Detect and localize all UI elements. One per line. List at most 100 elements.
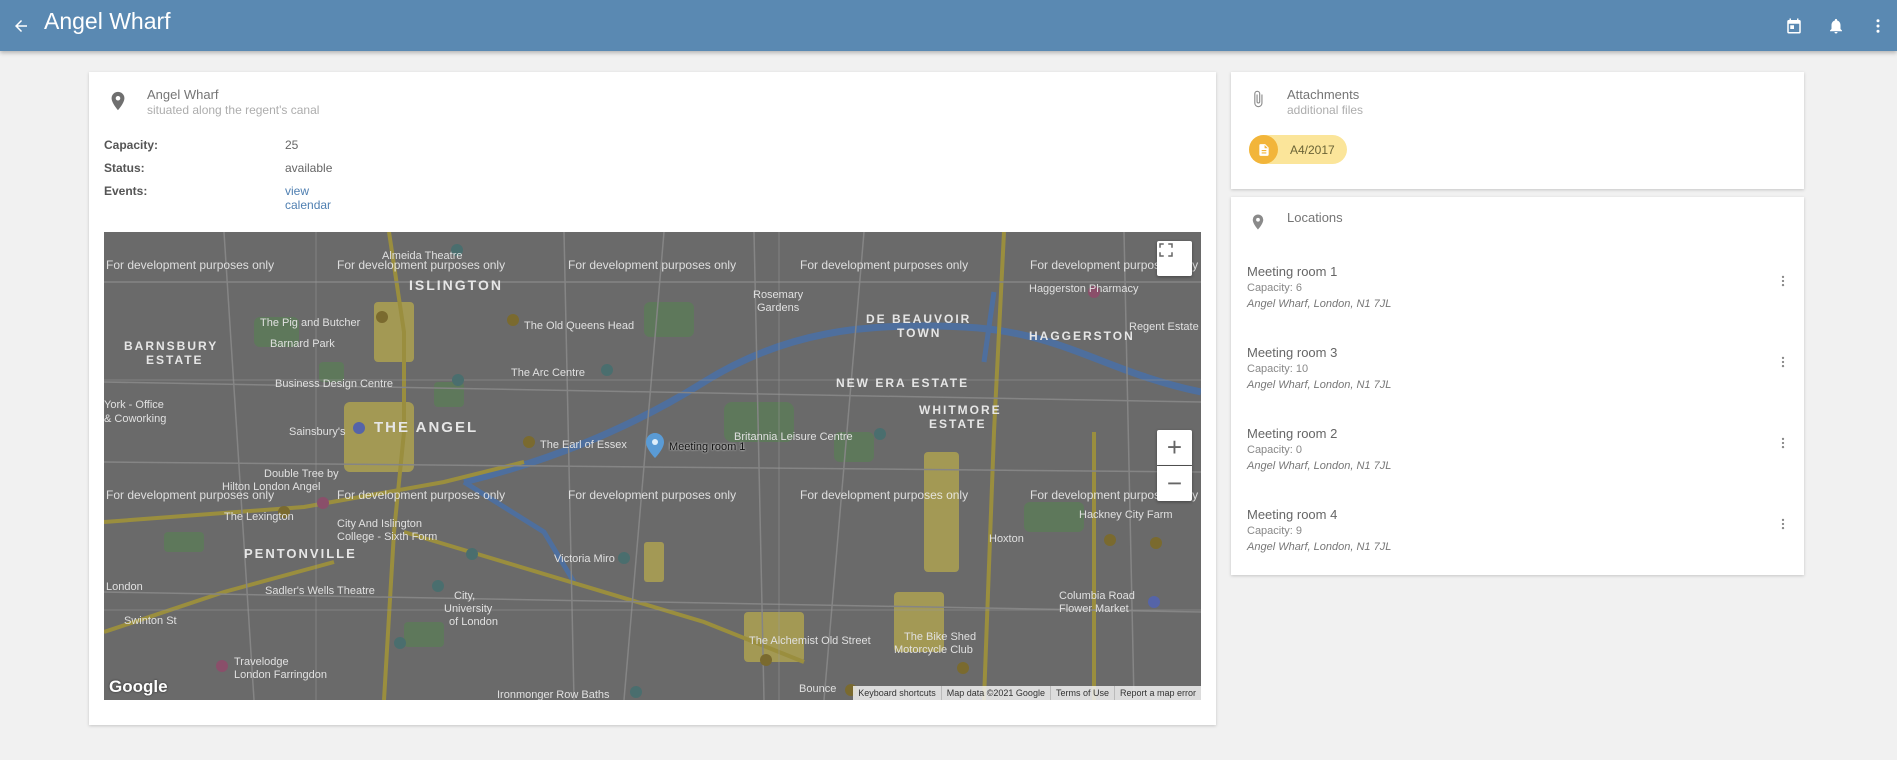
status-label: Status: [104, 161, 145, 175]
room-address: Angel Wharf, London, N1 7JL [1247, 541, 1392, 553]
more-vert-icon [1876, 19, 1880, 33]
zoom-out-icon: − [1166, 468, 1183, 498]
back-button[interactable] [6, 11, 36, 41]
svg-text:Britannia Leisure Centre: Britannia Leisure Centre [734, 431, 853, 443]
svg-text:ISLINGTON: ISLINGTON [409, 277, 503, 293]
svg-text:BARNSBURY: BARNSBURY [124, 339, 218, 353]
arrow-back-icon [15, 20, 27, 32]
report-map-error-link[interactable]: Report a map error [1113, 686, 1201, 700]
paperclip-icon [1254, 90, 1263, 108]
svg-text:TOWN: TOWN [897, 326, 941, 340]
status-value: available [285, 161, 333, 175]
attachments-subtitle: additional files [1287, 103, 1364, 117]
room-menu-button[interactable] [1773, 271, 1793, 291]
svg-text:For development purposes only: For development purposes only [337, 258, 505, 272]
svg-text:Travelodge: Travelodge [234, 656, 289, 668]
room-capacity: Capacity: 6 [1247, 282, 1303, 294]
room-capacity: Capacity: 10 [1247, 363, 1309, 375]
room-name: Meeting room 1 [1247, 264, 1338, 279]
svg-text:For development purposes only: For development purposes only [106, 258, 274, 272]
svg-text:ESTATE: ESTATE [929, 417, 987, 431]
map-marker-label[interactable]: Meeting room 1 [669, 441, 745, 453]
google-map[interactable]: ISLINGTON BARNSBURY ESTATE THE ANGEL PEN… [104, 232, 1201, 700]
room-address: Angel Wharf, London, N1 7JL [1247, 379, 1392, 391]
room-name: Meeting room 2 [1247, 426, 1338, 441]
document-icon [1258, 143, 1269, 156]
svg-text:Motorcycle Club: Motorcycle Club [894, 644, 973, 656]
attachments-card: Attachments additional files A4/2017 [1231, 72, 1804, 189]
room-name: Meeting room 4 [1247, 507, 1338, 522]
svg-text:Double Tree by: Double Tree by [264, 468, 339, 480]
svg-text:Flower Market: Flower Market [1059, 603, 1129, 615]
attachment-name: A4/2017 [1290, 142, 1335, 157]
svg-text:NEW ERA ESTATE: NEW ERA ESTATE [836, 376, 969, 390]
more-vert-icon [1781, 275, 1785, 287]
svg-text:Hackney City Farm: Hackney City Farm [1079, 509, 1173, 521]
room-name: Meeting room 3 [1247, 345, 1338, 360]
calendar-button[interactable] [1779, 12, 1809, 40]
attachment-chip[interactable]: A4/2017 [1249, 135, 1347, 164]
svg-text:Regent Estate: Regent Estate [1129, 321, 1199, 333]
list-item[interactable]: Meeting room 3 Capacity: 10 Angel Wharf,… [1231, 344, 1803, 425]
bell-icon [1830, 18, 1842, 34]
events-label: Events: [104, 184, 148, 198]
card-title: Angel Wharf [147, 87, 219, 102]
location-pin-icon [1252, 214, 1264, 230]
fullscreen-button[interactable] [1157, 241, 1192, 276]
svg-text:London Farringdon: London Farringdon [234, 669, 327, 681]
room-capacity: Capacity: 0 [1247, 444, 1303, 456]
svg-text:THE ANGEL: THE ANGEL [374, 419, 478, 436]
more-vert-icon [1781, 356, 1785, 368]
svg-text:For development purposes only: For development purposes only [337, 488, 505, 502]
svg-text:For development purposes only: For development purposes only [568, 488, 736, 502]
list-item[interactable]: Meeting room 2 Capacity: 0 Angel Wharf, … [1231, 425, 1803, 506]
capacity-label: Capacity: [104, 138, 159, 152]
attachments-title: Attachments [1287, 87, 1360, 102]
locations-card: Locations Meeting room 1 Capacity: 6 Ang… [1231, 197, 1804, 575]
keyboard-shortcuts-link[interactable]: Keyboard shortcuts [853, 686, 941, 700]
svg-text:For development purposes only: For development purposes only [568, 258, 736, 272]
room-menu-button[interactable] [1773, 352, 1793, 372]
svg-text:Bounce: Bounce [799, 683, 836, 695]
svg-text:of London: of London [449, 616, 498, 628]
svg-text:Ironmonger Row Baths: Ironmonger Row Baths [497, 689, 610, 700]
room-menu-button[interactable] [1773, 514, 1793, 534]
map-data-attribution: Map data ©2021 Google [940, 686, 1050, 700]
list-item[interactable]: Meeting room 4 Capacity: 9 Angel Wharf, … [1231, 506, 1803, 587]
map-canvas: ISLINGTON BARNSBURY ESTATE THE ANGEL PEN… [104, 232, 1201, 700]
svg-text:Columbia Road: Columbia Road [1059, 590, 1135, 602]
location-pin-icon [111, 91, 125, 111]
svg-text:The Alchemist Old Street: The Alchemist Old Street [749, 635, 871, 647]
capacity-value: 25 [285, 138, 299, 152]
locations-title: Locations [1287, 210, 1343, 225]
view-calendar-link[interactable]: view calendar [285, 184, 331, 212]
zoom-out-button[interactable]: − [1157, 466, 1192, 501]
svg-text:For development purposes only: For development purposes only [800, 488, 968, 502]
svg-text:ESTATE: ESTATE [146, 353, 204, 367]
more-options-button[interactable] [1863, 12, 1893, 40]
svg-text:Sadler's Wells Theatre: Sadler's Wells Theatre [265, 585, 375, 597]
room-menu-button[interactable] [1773, 433, 1793, 453]
terms-of-use-link[interactable]: Terms of Use [1049, 686, 1114, 700]
zoom-in-button[interactable]: + [1157, 430, 1192, 465]
map-footer: Keyboard shortcuts Map data ©2021 Google… [853, 686, 1201, 700]
svg-text:Business Design Centre: Business Design Centre [275, 378, 393, 390]
notifications-button[interactable] [1821, 12, 1851, 40]
svg-text:City,: City, [454, 590, 475, 602]
svg-text:DE BEAUVOIR: DE BEAUVOIR [866, 312, 971, 326]
svg-text:Gardens: Gardens [757, 302, 800, 314]
svg-text:The Earl of Essex: The Earl of Essex [540, 439, 627, 451]
svg-text:WHITMORE: WHITMORE [919, 403, 1002, 417]
google-logo[interactable]: Google [109, 677, 168, 697]
svg-text:Hoxton: Hoxton [989, 533, 1024, 545]
svg-text:Haggerston Pharmacy: Haggerston Pharmacy [1029, 283, 1139, 295]
svg-text:& Coworking: & Coworking [104, 413, 166, 425]
room-address: Angel Wharf, London, N1 7JL [1247, 460, 1392, 472]
svg-text:University: University [444, 603, 493, 615]
list-item[interactable]: Meeting room 1 Capacity: 6 Angel Wharf, … [1231, 263, 1803, 344]
card-subtitle: situated along the regent's canal [147, 103, 320, 117]
svg-text:The Pig and Butcher: The Pig and Butcher [260, 317, 361, 329]
calendar-icon [1787, 18, 1801, 34]
room-address: Angel Wharf, London, N1 7JL [1247, 298, 1392, 310]
svg-text:The Arc Centre: The Arc Centre [511, 367, 585, 379]
